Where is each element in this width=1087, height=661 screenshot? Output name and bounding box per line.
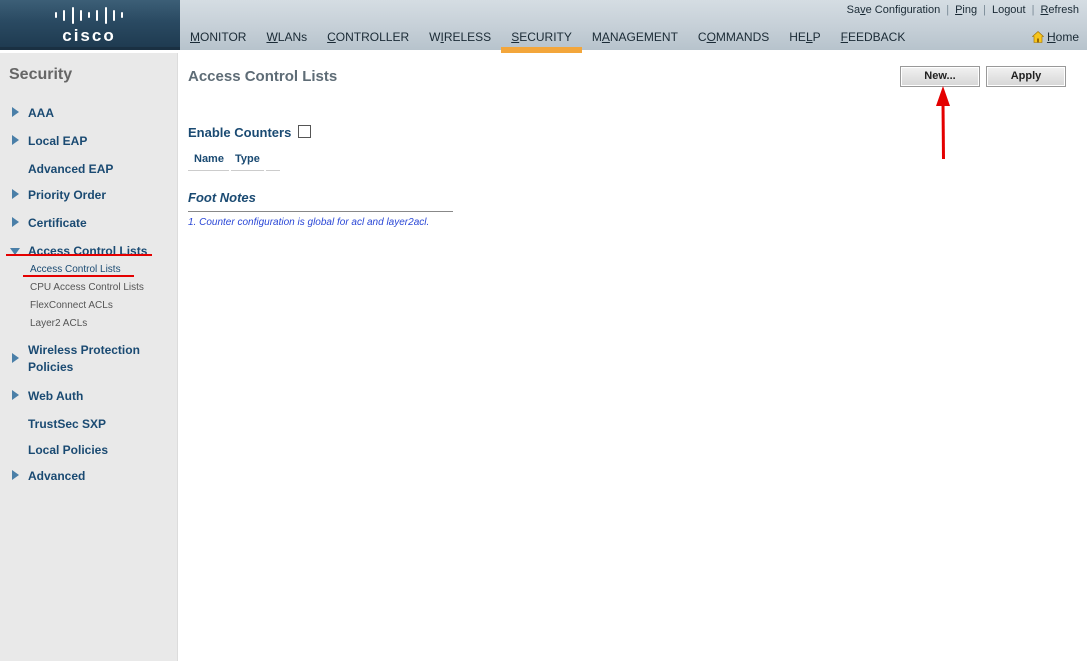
- sidebar-subitem-flexconnect-acls[interactable]: FlexConnect ACLs: [30, 300, 113, 311]
- footnotes-divider: [188, 211, 453, 212]
- page-title: Access Control Lists: [188, 68, 338, 85]
- red-arrow-annotation: [936, 86, 950, 160]
- footnotes-title: Foot Notes: [188, 190, 256, 205]
- sidebar-subitem-access-control-lists[interactable]: Access Control Lists: [30, 264, 121, 275]
- utility-links: Save Configuration | Ping | Logout | Ref…: [847, 4, 1079, 16]
- nav-controller[interactable]: CONTROLLER: [317, 31, 419, 53]
- nav-security[interactable]: SECURITY: [501, 31, 582, 53]
- expand-arrow-icon: [12, 390, 19, 400]
- expand-arrow-icon: [12, 107, 19, 117]
- nav-management[interactable]: MANAGEMENT: [582, 31, 688, 53]
- expand-arrow-icon: [12, 353, 19, 363]
- home-link[interactable]: Home: [1031, 30, 1079, 44]
- home-icon: [1031, 31, 1044, 43]
- nav-wlans[interactable]: WLANs: [256, 31, 317, 53]
- column-header-type: Type: [235, 153, 260, 165]
- enable-counters-checkbox[interactable]: [298, 125, 311, 138]
- nav-feedback[interactable]: FEEDBACK: [831, 31, 916, 53]
- separator: |: [983, 4, 986, 16]
- save-configuration-link[interactable]: Save Configuration: [847, 4, 941, 16]
- enable-counters-label: Enable Counters: [188, 125, 292, 140]
- cisco-logo-text: cisco: [62, 26, 116, 45]
- column-divider: [188, 170, 229, 171]
- cisco-logo[interactable]: cisco: [54, 6, 124, 46]
- footnote-text: 1. Counter configuration is global for a…: [188, 217, 430, 228]
- expand-arrow-icon: [12, 135, 19, 145]
- separator: |: [1031, 4, 1035, 16]
- ping-link[interactable]: Ping: [955, 4, 977, 16]
- main-nav: MONITOR WLANs CONTROLLER WIRELESS SECURI…: [180, 31, 916, 53]
- top-header: cisco Save Configuration | Ping | Logout…: [0, 0, 1087, 53]
- logout-link[interactable]: Logout: [992, 4, 1026, 16]
- expand-arrow-icon: [12, 217, 19, 227]
- red-underline-annotation: [23, 275, 134, 277]
- expand-arrow-icon: [12, 470, 19, 480]
- sidebar-subitem-layer2-acls[interactable]: Layer2 ACLs: [30, 318, 87, 329]
- column-divider: [231, 170, 264, 171]
- nav-monitor[interactable]: MONITOR: [180, 31, 256, 53]
- refresh-link[interactable]: Refresh: [1040, 4, 1079, 16]
- sidebar-subitem-cpu-acl[interactable]: CPU Access Control Lists: [30, 282, 144, 293]
- nav-help[interactable]: HELP: [779, 31, 830, 53]
- expand-arrow-icon: [12, 189, 19, 199]
- separator: |: [946, 4, 950, 16]
- nav-commands[interactable]: COMMANDS: [688, 31, 779, 53]
- cisco-logo-bars: [54, 6, 124, 24]
- column-divider: [266, 170, 280, 171]
- apply-button[interactable]: Apply: [986, 66, 1066, 87]
- nav-wireless[interactable]: WIRELESS: [419, 31, 501, 53]
- sidebar-title: Security: [9, 66, 73, 83]
- red-underline-annotation: [6, 254, 152, 256]
- column-header-name: Name: [194, 153, 224, 165]
